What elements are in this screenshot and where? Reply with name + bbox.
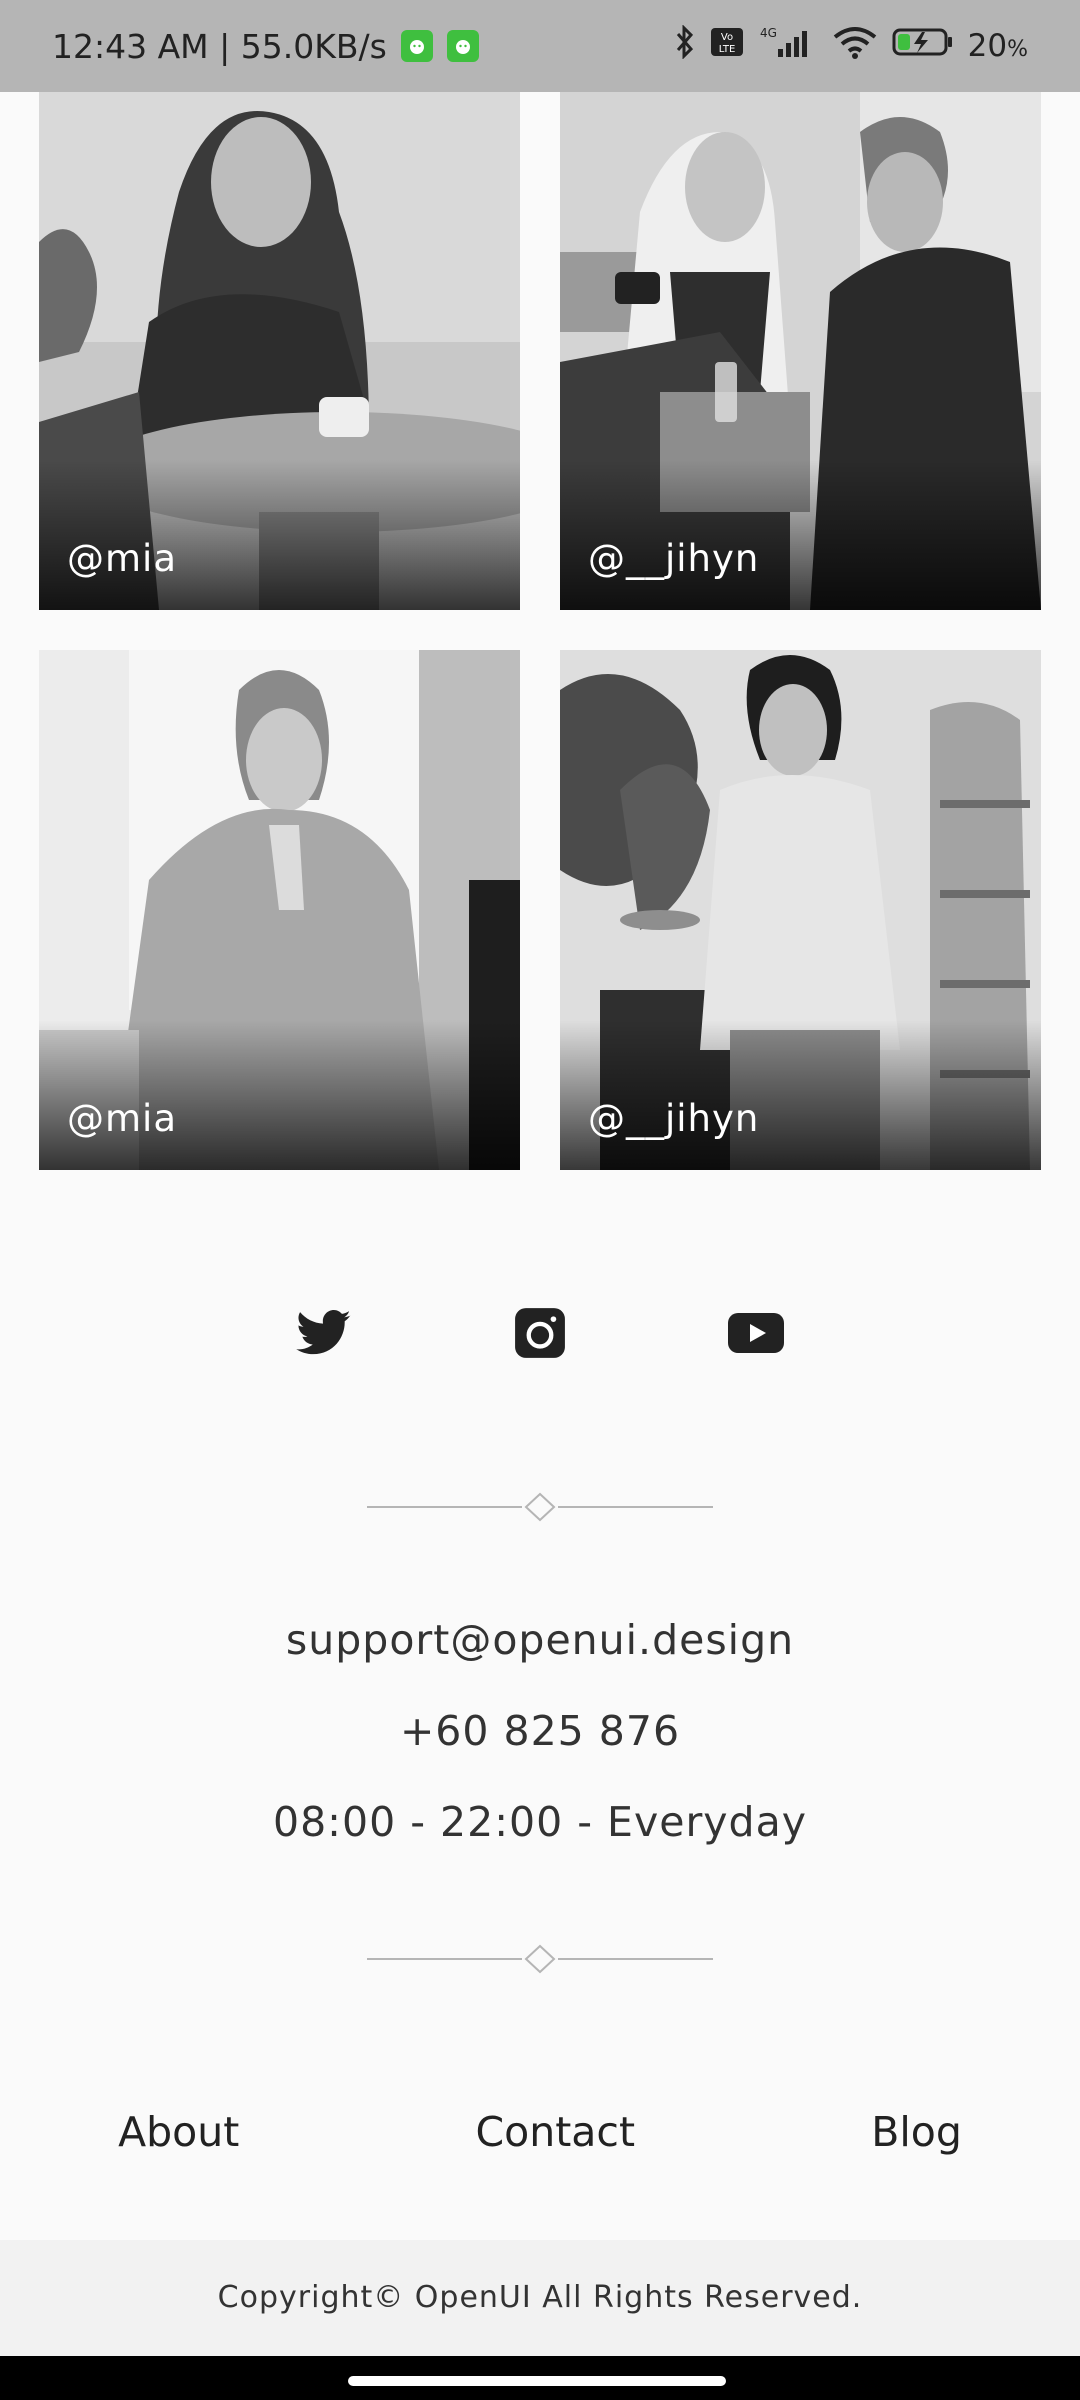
photo-handle: @__jihyn	[588, 537, 760, 580]
diamond-divider	[367, 1944, 713, 1974]
contact-phone[interactable]: +60 825 876	[0, 1707, 1080, 1755]
contact-email[interactable]: support@openui.design	[0, 1616, 1080, 1664]
volte-icon: Vo LTE	[710, 27, 744, 65]
footer-nav: About Contact Blog	[0, 2100, 1080, 2164]
copyright-text: Copyright© OpenUI All Rights Reserved.	[0, 2240, 1080, 2356]
photo-overlay	[39, 460, 520, 610]
photo-handle: @mia	[67, 1097, 177, 1140]
battery-level: 20%	[967, 28, 1028, 64]
system-nav-bar	[0, 2356, 1080, 2400]
footer-link-blog[interactable]: Blog	[841, 2100, 992, 2164]
status-right: Vo LTE 4G 20%	[674, 24, 1028, 67]
social-links	[0, 1305, 1080, 1361]
youtube-icon[interactable]	[728, 1305, 784, 1361]
bluetooth-icon	[674, 24, 696, 67]
status-left: 12:43 AM | 55.0KB/s	[52, 27, 479, 66]
svg-text:Vo: Vo	[721, 32, 733, 43]
signal-icon: 4G	[758, 25, 818, 67]
svg-text:LTE: LTE	[718, 44, 735, 55]
photo-card[interactable]: @mia	[39, 92, 520, 610]
photo-overlay	[560, 460, 1041, 610]
footer-link-about[interactable]: About	[88, 2100, 269, 2164]
home-indicator[interactable]	[348, 2376, 726, 2386]
app-notification-icon	[400, 30, 433, 62]
status-time-speed: 12:43 AM | 55.0KB/s	[52, 26, 387, 66]
photo-overlay	[39, 1020, 520, 1170]
footer-link-contact[interactable]: Contact	[446, 2100, 666, 2164]
photo-card[interactable]: @__jihyn	[560, 650, 1041, 1170]
photo-handle: @__jihyn	[588, 1097, 760, 1140]
status-bar: 12:43 AM | 55.0KB/s Vo LTE 4G 20%	[0, 0, 1080, 92]
diamond-divider	[367, 1492, 713, 1522]
battery-icon	[892, 25, 954, 67]
twitter-icon[interactable]	[296, 1305, 352, 1361]
network-type-label: 4G	[760, 26, 777, 40]
instagram-icon[interactable]	[512, 1305, 568, 1361]
wifi-icon	[832, 25, 878, 67]
contact-hours: 08:00 - 22:00 - Everyday	[273, 1798, 807, 1846]
photo-handle: @mia	[67, 537, 177, 580]
photo-overlay	[560, 1020, 1041, 1170]
photo-card[interactable]: @mia	[39, 650, 520, 1170]
photo-card[interactable]: @__jihyn	[560, 92, 1041, 610]
app-notification-icon	[446, 30, 479, 62]
